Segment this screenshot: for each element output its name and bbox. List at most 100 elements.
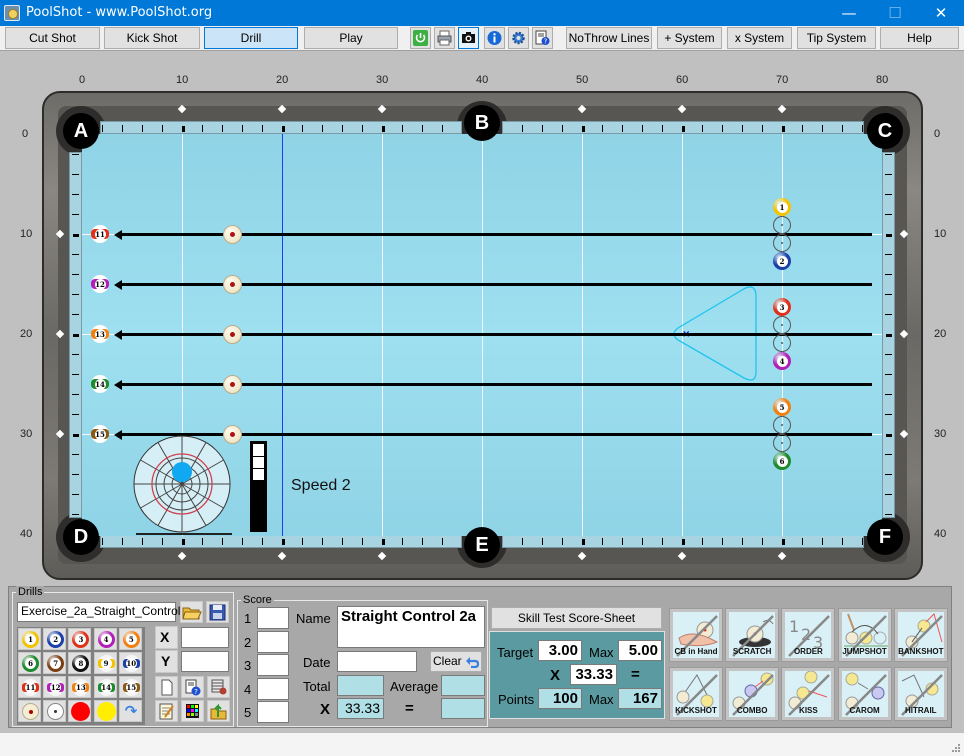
cue-tip-selector[interactable] xyxy=(132,434,234,536)
palette-ball-6-button[interactable]: 6 xyxy=(18,652,41,674)
points-max-field[interactable]: 167 xyxy=(618,688,662,709)
drill-button[interactable]: Drill xyxy=(204,27,298,49)
pocket-b[interactable]: B xyxy=(464,105,500,141)
name-field[interactable]: Straight Control 2a xyxy=(337,606,485,648)
ball-3-icon[interactable]: 3 xyxy=(773,298,791,316)
shot-type-kickshot-button[interactable]: KICKSHOT xyxy=(669,667,723,721)
ball-5-icon[interactable]: 5 xyxy=(773,398,791,416)
palette-ball-13-button[interactable]: 13 xyxy=(68,676,92,698)
ball-14-icon[interactable]: 14 xyxy=(91,375,109,393)
shot-type-carom-button[interactable]: CAROM xyxy=(837,667,892,721)
palette-ball-8-button[interactable]: 8 xyxy=(68,652,92,674)
palette-ball-9-button[interactable]: 9 xyxy=(93,652,117,674)
ball-11-icon[interactable]: 11 xyxy=(91,225,109,243)
drill-list-button[interactable] xyxy=(207,676,230,698)
pocket-a[interactable]: A xyxy=(63,113,99,149)
ball-6-icon[interactable]: 6 xyxy=(773,452,791,470)
palette-ball-11-button[interactable]: 11 xyxy=(18,676,41,698)
palette-ball-7-button[interactable]: 7 xyxy=(43,652,67,674)
palette-redo-arrow-button[interactable]: ↷ xyxy=(118,700,142,722)
palette-ball-10-button[interactable]: 10 xyxy=(118,652,142,674)
palette-ball-5-button[interactable]: 5 xyxy=(118,628,142,650)
ball-2-icon[interactable]: 2 xyxy=(773,252,791,270)
open-drill-button[interactable] xyxy=(180,601,203,623)
score-row-2-field[interactable] xyxy=(257,630,289,653)
shot-type-cb-in-hand-button[interactable]: CB in Hand xyxy=(669,608,723,662)
palette-ball-3-button[interactable]: 3 xyxy=(68,628,92,650)
shot-type-scratch-button[interactable]: SCRATCH xyxy=(725,608,780,662)
ball-15-icon[interactable]: 15 xyxy=(91,425,109,443)
cue-ball-icon[interactable] xyxy=(223,375,242,394)
shot-type-kiss-button[interactable]: KISS xyxy=(781,667,836,721)
score-row-4-field[interactable] xyxy=(257,677,289,700)
color-palette-button[interactable] xyxy=(181,700,204,722)
palette-ghost-ball-button[interactable] xyxy=(43,700,67,722)
clear-button[interactable]: Clear xyxy=(430,651,482,672)
edit-notes-button[interactable] xyxy=(155,700,178,722)
ball-12-icon[interactable]: 12 xyxy=(91,275,109,293)
no-throw-lines-button[interactable]: NoThrow Lines xyxy=(566,27,652,49)
shot-type-hitrail-button[interactable]: HITRAIL xyxy=(893,667,948,721)
ball-1-icon[interactable]: 1 xyxy=(773,198,791,216)
average-field[interactable] xyxy=(441,675,485,696)
palette-ball-1-button[interactable]: 1 xyxy=(18,628,41,650)
help-document-button[interactable]: ? xyxy=(532,27,553,49)
score-row-3-field[interactable] xyxy=(257,654,289,676)
pocket-d[interactable]: D xyxy=(63,519,99,555)
print-button[interactable] xyxy=(434,27,455,49)
save-drill-button[interactable] xyxy=(206,601,229,623)
cue-ball-icon[interactable] xyxy=(223,275,242,294)
ball-13-icon[interactable]: 13 xyxy=(91,325,109,343)
cue-ball-icon[interactable] xyxy=(223,225,242,244)
close-button[interactable]: ✕ xyxy=(918,0,964,26)
target-field[interactable]: 3.00 xyxy=(538,640,582,661)
maximize-button[interactable]: ☐ xyxy=(872,0,918,26)
skill-multiplier-field[interactable]: 33.33 xyxy=(570,664,617,685)
cut-shot-button[interactable]: Cut Shot xyxy=(5,27,100,49)
palette-red-marker-button[interactable] xyxy=(68,700,92,722)
ghost-ball-icon[interactable] xyxy=(773,334,791,352)
target-max-field[interactable]: 5.00 xyxy=(618,640,662,661)
drill-name-field[interactable]: Exercise_2a_Straight_Control xyxy=(17,602,180,622)
ball-4-icon[interactable]: 4 xyxy=(773,352,791,370)
shot-type-jumpshot-button[interactable]: JUMPSHOT xyxy=(837,608,892,662)
settings-button[interactable] xyxy=(508,27,529,49)
play-button[interactable]: Play xyxy=(304,27,398,49)
palette-ball-15-button[interactable]: 15 xyxy=(118,676,142,698)
export-button[interactable] xyxy=(207,700,230,722)
resize-grip-icon[interactable] xyxy=(951,743,961,753)
kick-shot-button[interactable]: Kick Shot xyxy=(104,27,200,49)
points-field[interactable]: 100 xyxy=(538,688,582,709)
score-row-1-field[interactable] xyxy=(257,607,289,629)
cue-ball-icon[interactable] xyxy=(223,325,242,344)
new-drill-button[interactable] xyxy=(155,676,178,698)
score-row-5-field[interactable] xyxy=(257,701,289,723)
info-button[interactable] xyxy=(484,27,505,49)
pocket-e[interactable]: E xyxy=(464,527,500,563)
camera-button[interactable] xyxy=(458,27,479,49)
palette-yellow-marker-button[interactable] xyxy=(93,700,117,722)
palette-cue-ball-button[interactable] xyxy=(18,700,41,722)
shot-type-order-button[interactable]: 1 2 3 ORDER xyxy=(781,608,836,662)
drill-help-button[interactable]: ? xyxy=(181,676,204,698)
ghost-ball-icon[interactable] xyxy=(773,416,791,434)
pocket-c[interactable]: C xyxy=(867,113,903,149)
date-field[interactable] xyxy=(337,651,417,672)
help-button[interactable]: Help xyxy=(880,27,959,49)
ghost-ball-icon[interactable] xyxy=(773,434,791,452)
speed-bar[interactable] xyxy=(250,441,267,532)
palette-ball-14-button[interactable]: 14 xyxy=(93,676,117,698)
x-system-button[interactable]: x System xyxy=(727,27,792,49)
shot-type-bankshot-button[interactable]: BANKSHOT xyxy=(893,608,948,662)
power-button[interactable] xyxy=(410,27,431,49)
result-field[interactable] xyxy=(441,698,485,719)
skill-test-score-sheet-button[interactable]: Skill Test Score-Sheet xyxy=(491,607,662,629)
shot-type-combo-button[interactable]: COMBO xyxy=(725,667,780,721)
y-coord-field[interactable] xyxy=(181,651,229,672)
palette-ball-4-button[interactable]: 4 xyxy=(93,628,117,650)
minimize-button[interactable]: — xyxy=(826,0,872,26)
palette-ball-2-button[interactable]: 2 xyxy=(43,628,67,650)
x-coord-field[interactable] xyxy=(181,627,229,648)
ghost-ball-icon[interactable] xyxy=(773,234,791,252)
pocket-f[interactable]: F xyxy=(867,519,903,555)
